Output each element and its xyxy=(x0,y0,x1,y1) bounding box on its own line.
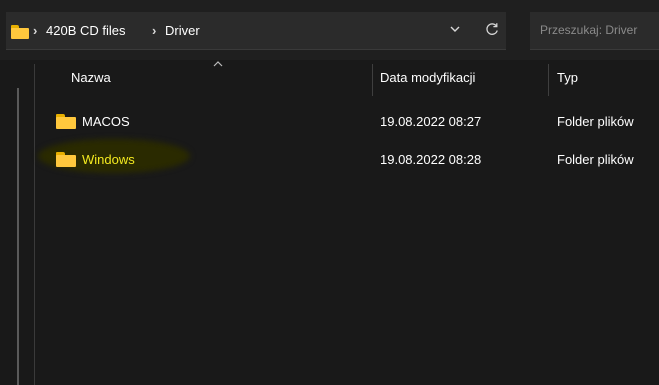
search-placeholder[interactable]: Przeszukaj: Driver xyxy=(540,23,637,37)
breadcrumb-driver[interactable]: Driver xyxy=(165,23,200,38)
file-name[interactable]: MACOS xyxy=(82,114,130,129)
breadcrumb-separator-icon[interactable]: › xyxy=(33,23,37,38)
column-divider[interactable] xyxy=(548,64,549,96)
breadcrumb-420b-cd-files[interactable]: 420B CD files xyxy=(46,23,125,38)
file-explorer-window: › 420B CD files › Driver Przeszukaj: Dri… xyxy=(0,0,659,385)
folder-icon xyxy=(56,114,76,129)
pane-divider[interactable] xyxy=(34,64,35,385)
refresh-icon[interactable] xyxy=(484,21,500,37)
file-type: Folder plików xyxy=(557,152,634,167)
column-header-name[interactable]: Nazwa xyxy=(71,70,111,85)
breadcrumb-separator-icon[interactable]: › xyxy=(152,23,156,38)
column-header-type[interactable]: Typ xyxy=(557,70,578,85)
navigation-pane-scrollbar[interactable] xyxy=(17,88,19,385)
folder-icon xyxy=(11,25,29,39)
toolbar: › 420B CD files › Driver Przeszukaj: Dri… xyxy=(0,0,659,60)
address-bar[interactable]: › 420B CD files › Driver xyxy=(6,12,506,50)
file-row-windows[interactable]: Windows 19.08.2022 08:28 Folder plików xyxy=(38,139,659,173)
file-date: 19.08.2022 08:27 xyxy=(380,114,482,129)
file-date: 19.08.2022 08:28 xyxy=(380,152,482,167)
file-row-macos[interactable]: MACOS 19.08.2022 08:27 Folder plików xyxy=(40,107,659,135)
chevron-down-icon[interactable] xyxy=(448,22,462,36)
chevron-up-icon xyxy=(213,61,223,67)
column-header-date[interactable]: Data modyfikacji xyxy=(380,70,475,85)
column-divider[interactable] xyxy=(372,64,373,96)
file-name[interactable]: Windows xyxy=(82,152,135,167)
folder-icon xyxy=(56,152,76,167)
file-type: Folder plików xyxy=(557,114,634,129)
search-input[interactable]: Przeszukaj: Driver xyxy=(530,12,659,50)
